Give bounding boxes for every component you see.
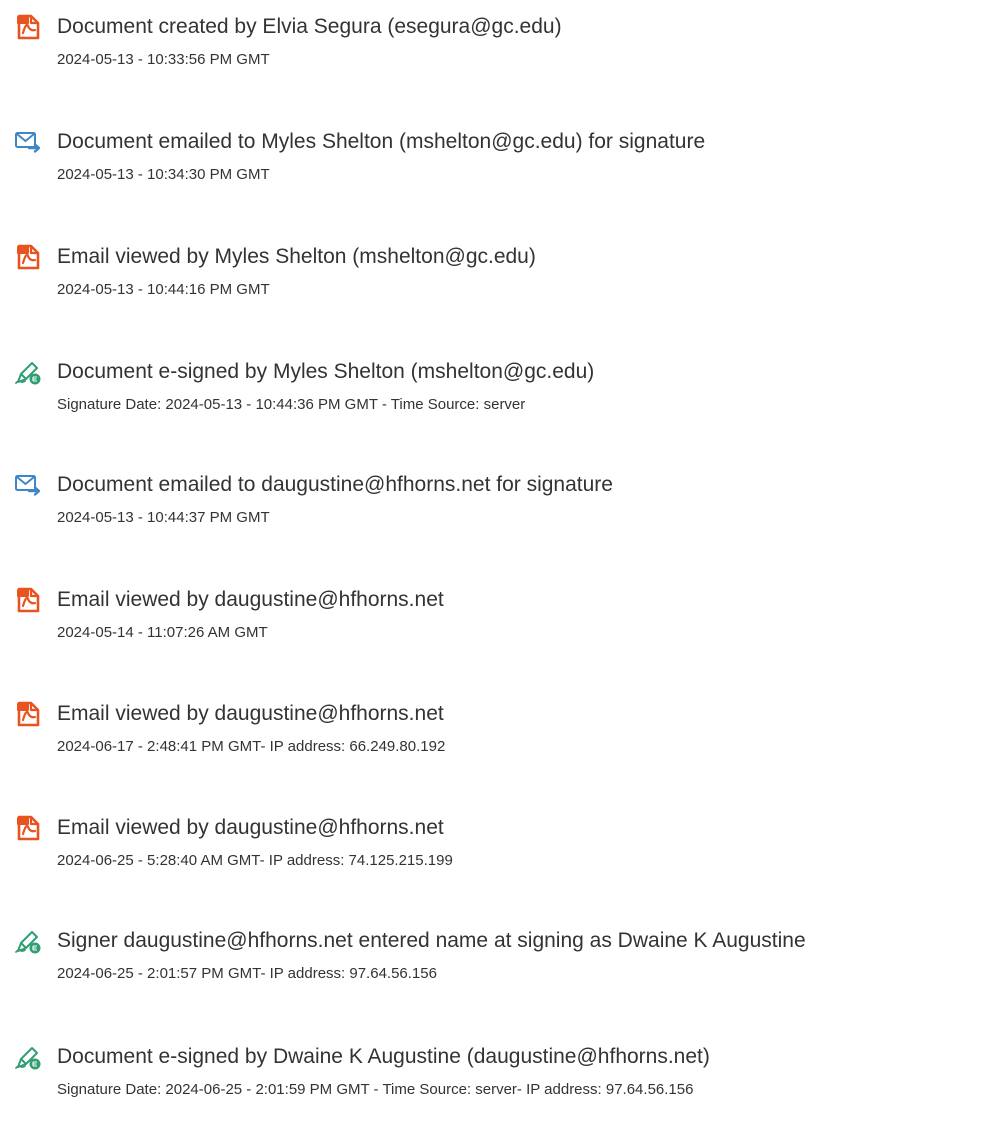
event-title: Document e-signed by Dwaine K Augustine … bbox=[57, 1045, 710, 1068]
audit-event: Document e-signed by Dwaine K Augustine … bbox=[0, 1043, 1008, 1133]
audit-event: Email viewed by daugustine@hfhorns.net 2… bbox=[0, 814, 1008, 904]
event-title: Document emailed to Myles Shelton (mshel… bbox=[57, 130, 706, 153]
signature-icon bbox=[14, 358, 42, 386]
audit-event: Document created by Elvia Segura (esegur… bbox=[0, 13, 1008, 103]
signature-icon bbox=[14, 927, 42, 955]
audit-event: Document emailed to daugustine@hfhorns.n… bbox=[0, 471, 1008, 561]
event-timestamp: Signature Date: 2024-06-25 - 2:01:59 PM … bbox=[57, 1081, 694, 1098]
document-icon bbox=[14, 13, 42, 41]
event-timestamp: 2024-06-25 - 5:28:40 AM GMT- IP address:… bbox=[57, 852, 453, 869]
document-icon bbox=[14, 243, 42, 271]
event-timestamp: 2024-05-13 - 10:44:16 PM GMT bbox=[57, 281, 270, 298]
event-title: Signer daugustine@hfhorns.net entered na… bbox=[57, 929, 806, 952]
email-icon bbox=[14, 128, 42, 156]
event-title: Document created by Elvia Segura (esegur… bbox=[57, 15, 562, 38]
document-icon bbox=[14, 814, 42, 842]
event-timestamp: 2024-05-14 - 11:07:26 AM GMT bbox=[57, 624, 268, 641]
email-icon bbox=[14, 471, 42, 499]
event-title: Email viewed by Myles Shelton (mshelton@… bbox=[57, 245, 536, 268]
document-icon bbox=[14, 700, 42, 728]
audit-event: Document emailed to Myles Shelton (mshel… bbox=[0, 128, 1008, 218]
audit-event: Email viewed by daugustine@hfhorns.net 2… bbox=[0, 586, 1008, 676]
event-timestamp: Signature Date: 2024-05-13 - 10:44:36 PM… bbox=[57, 396, 526, 413]
audit-event: Signer daugustine@hfhorns.net entered na… bbox=[0, 927, 1008, 1017]
event-title: Email viewed by daugustine@hfhorns.net bbox=[57, 816, 444, 839]
audit-event: Email viewed by Myles Shelton (mshelton@… bbox=[0, 243, 1008, 333]
event-title: Email viewed by daugustine@hfhorns.net bbox=[57, 588, 444, 611]
audit-event: Email viewed by daugustine@hfhorns.net 2… bbox=[0, 700, 1008, 790]
event-timestamp: 2024-05-13 - 10:44:37 PM GMT bbox=[57, 509, 270, 526]
event-timestamp: 2024-05-13 - 10:33:56 PM GMT bbox=[57, 51, 270, 68]
event-title: Document emailed to daugustine@hfhorns.n… bbox=[57, 473, 613, 496]
audit-event: Document e-signed by Myles Shelton (mshe… bbox=[0, 358, 1008, 448]
event-timestamp: 2024-05-13 - 10:34:30 PM GMT bbox=[57, 166, 270, 183]
signature-icon bbox=[14, 1043, 42, 1071]
event-timestamp: 2024-06-17 - 2:48:41 PM GMT- IP address:… bbox=[57, 738, 446, 755]
document-icon bbox=[14, 586, 42, 614]
event-title: Document e-signed by Myles Shelton (mshe… bbox=[57, 360, 595, 383]
event-timestamp: 2024-06-25 - 2:01:57 PM GMT- IP address:… bbox=[57, 965, 437, 982]
event-title: Email viewed by daugustine@hfhorns.net bbox=[57, 702, 444, 725]
